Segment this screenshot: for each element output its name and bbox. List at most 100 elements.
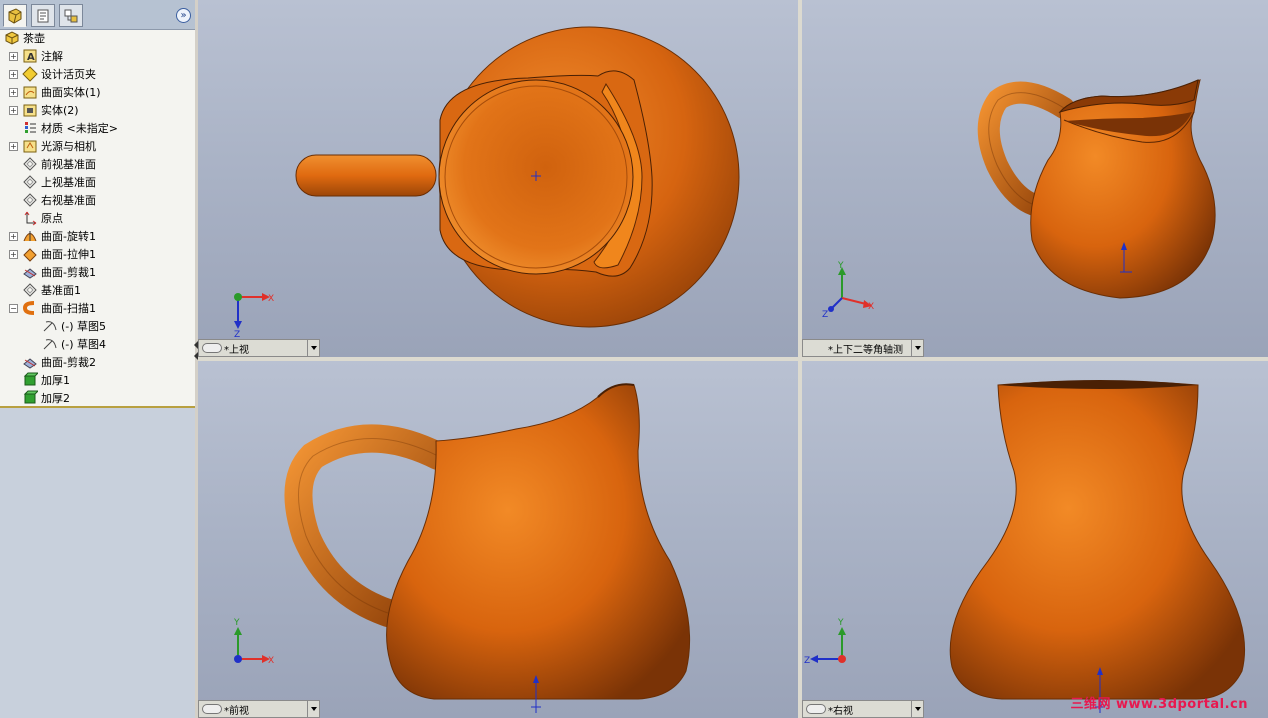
axis-triad-iso: Y X Z — [822, 261, 874, 320]
tree-item-label: 加厚2 — [41, 392, 70, 405]
tree-item-label: 实体(2) — [41, 104, 79, 117]
view-label-tab-front[interactable]: *前视 — [198, 700, 320, 718]
property-manager-icon — [37, 9, 49, 22]
tree-item-label: 注解 — [41, 50, 63, 63]
tree-item-label: 原点 — [41, 212, 63, 225]
view-dropdown-button[interactable] — [307, 701, 319, 717]
chevron-down-icon — [914, 346, 921, 350]
view-label-tab-iso[interactable]: *上下二等角轴测 — [802, 339, 924, 357]
tree-item[interactable]: (-) 草图4 — [42, 335, 106, 353]
chevron-down-icon — [310, 346, 317, 350]
tree-item-label: 材质 <未指定> — [41, 122, 118, 135]
expand-toggle[interactable]: + — [9, 142, 18, 151]
tree-item-label: 曲面-剪裁2 — [41, 356, 96, 369]
tree-item[interactable]: 右视基准面 — [22, 191, 96, 209]
tree-item[interactable]: 曲面-剪裁1 — [22, 263, 96, 281]
tree-item-label: 设计活页夹 — [41, 68, 96, 81]
feature-manager-panel: » 茶壶 + A 注解 + 设计活页夹 + 曲面实体(1) + 实体(2) 材质 <未指定> + 光源… — [0, 0, 198, 718]
axis-z-label: Z — [804, 656, 810, 666]
feature-manager-tab[interactable] — [3, 4, 27, 27]
expand-toggle[interactable]: + — [9, 250, 18, 259]
tree-item-label: 曲面-拉伸1 — [41, 248, 96, 261]
view-dropdown-button[interactable] — [307, 340, 319, 356]
surface-trim-icon — [22, 354, 38, 370]
view-dropdown-button[interactable] — [911, 701, 923, 717]
tree-item[interactable]: 曲面-剪裁2 — [22, 353, 96, 371]
link-views-icon — [806, 704, 826, 714]
axis-triad-front: Y X — [233, 618, 274, 666]
origin-icon — [22, 210, 38, 226]
viewport-top[interactable]: X Z *上视 — [198, 0, 798, 357]
thicken-icon — [22, 372, 38, 388]
view-name-iso: *上下二等角轴测 — [828, 344, 903, 356]
tree-item-label: (-) 草图4 — [61, 338, 107, 351]
view-dropdown-button[interactable] — [911, 340, 923, 356]
sketch-icon — [42, 318, 58, 334]
configuration-manager-tab[interactable] — [59, 4, 83, 27]
thicken-icon — [22, 390, 38, 406]
view-name-right: *右视 — [828, 705, 853, 717]
design-binder-icon — [22, 66, 38, 82]
viewport-front[interactable]: Y X *前视 — [198, 361, 798, 718]
link-views-icon — [202, 704, 222, 714]
tree-item[interactable]: 加厚2 — [22, 389, 70, 407]
expand-toggle[interactable]: + — [9, 232, 18, 241]
material-icon — [22, 120, 38, 136]
sketch-icon — [42, 336, 58, 352]
tree-item-label: 右视基准面 — [41, 194, 96, 207]
expand-toggle[interactable]: + — [9, 52, 18, 61]
view-name-top: *上视 — [224, 344, 249, 356]
expand-toggle[interactable]: + — [9, 106, 18, 115]
tree-root-label: 茶壶 — [23, 32, 45, 45]
tree-item[interactable]: 原点 — [22, 209, 63, 227]
tree-item-label: 曲面-剪裁1 — [41, 266, 96, 279]
tree-item[interactable]: 前视基准面 — [22, 155, 96, 173]
axis-triad-right: Y Z — [804, 618, 846, 666]
chevron-down-icon — [914, 707, 921, 711]
axis-y-label: Y — [837, 261, 844, 271]
viewport-isometric[interactable]: Y X Z *上下二等角轴测 — [802, 0, 1268, 357]
viewport-right[interactable]: Y Z *右视 — [802, 361, 1268, 718]
expand-toggle[interactable]: − — [9, 304, 18, 313]
panel-tab-bar: » — [0, 0, 195, 30]
lights-cameras-icon — [22, 138, 38, 154]
tree-item[interactable]: A 注解 — [22, 47, 63, 65]
property-manager-tab[interactable] — [31, 4, 55, 27]
view-label-tab-top[interactable]: *上视 — [198, 339, 320, 357]
tree-item[interactable]: (-) 草图5 — [42, 317, 106, 335]
tree-item-label: 曲面实体(1) — [41, 86, 101, 99]
tree-item-label: 基准面1 — [41, 284, 81, 297]
expand-toggle[interactable]: + — [9, 70, 18, 79]
surface-revolve-icon — [22, 228, 38, 244]
tree-item-label: 光源与相机 — [41, 140, 96, 153]
expand-toggle[interactable]: + — [9, 88, 18, 97]
tree-item[interactable]: 曲面实体(1) — [22, 83, 101, 101]
tree-item[interactable]: 设计活页夹 — [22, 65, 96, 83]
tree-item[interactable]: 上视基准面 — [22, 173, 96, 191]
axis-x-label: X — [268, 656, 274, 666]
double-chevron-right-icon: » — [180, 9, 187, 21]
plane-icon — [22, 174, 38, 190]
plane-icon — [22, 156, 38, 172]
tree-item[interactable]: 材质 <未指定> — [22, 119, 118, 137]
tree-item[interactable]: 曲面-拉伸1 — [22, 245, 96, 263]
tree-item[interactable]: 实体(2) — [22, 101, 79, 119]
expand-panel-button[interactable]: » — [176, 8, 191, 23]
configuration-manager-icon — [64, 9, 78, 22]
tree-item-label: 曲面-扫描1 — [41, 302, 96, 315]
tree-item-label: 曲面-旋转1 — [41, 230, 96, 243]
tree-item[interactable]: 加厚1 — [22, 371, 70, 389]
view-label-tab-right[interactable]: *右视 — [802, 700, 924, 718]
axis-y-label: Y — [233, 618, 240, 628]
tree-item[interactable]: 曲面-旋转1 — [22, 227, 96, 245]
tree-root[interactable]: 茶壶 — [4, 29, 45, 47]
tree-item[interactable]: 基准面1 — [22, 281, 81, 299]
plane-icon — [22, 192, 38, 208]
axis-z-label: Z — [822, 310, 828, 320]
tree-item[interactable]: 光源与相机 — [22, 137, 96, 155]
svg-text:A: A — [27, 52, 35, 63]
tree-item-label: 上视基准面 — [41, 176, 96, 189]
feature-manager-icon — [8, 7, 22, 24]
surface-extrude-icon — [22, 246, 38, 262]
tree-item[interactable]: 曲面-扫描1 — [22, 299, 96, 317]
